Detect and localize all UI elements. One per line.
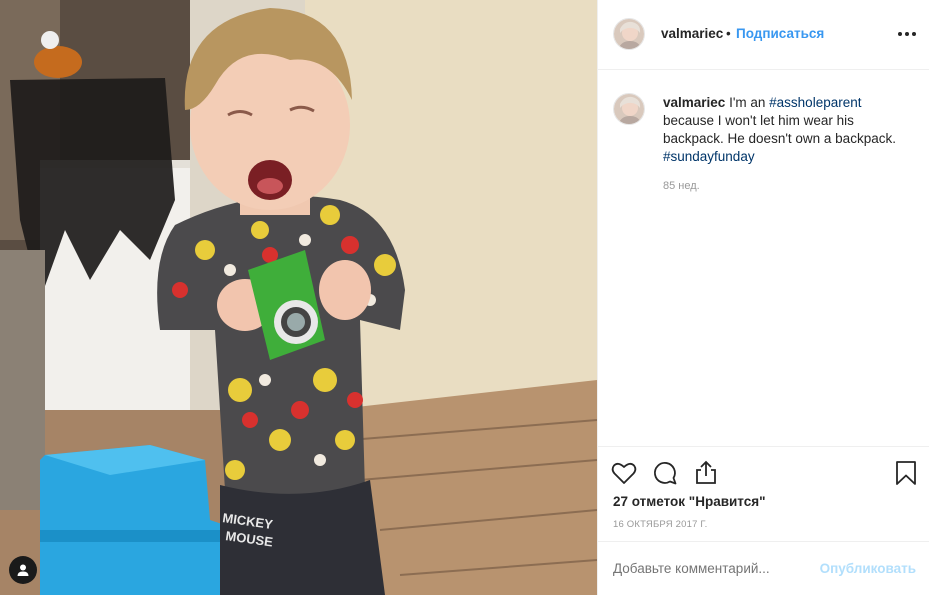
- avatar-image: [614, 94, 644, 124]
- caption-text: valmariec I'm an #assholeparent because …: [663, 94, 913, 166]
- post-header: valmariec • Подписаться: [598, 0, 929, 70]
- header-username[interactable]: valmariec: [661, 26, 723, 41]
- user-tag-icon: [17, 564, 29, 576]
- likes-count[interactable]: 27 отметок "Нравится": [613, 494, 766, 509]
- post-photo[interactable]: MICKEY MOUSE: [0, 0, 597, 595]
- photo-image: MICKEY MOUSE: [0, 0, 597, 595]
- action-bar: 27 отметок "Нравится" 16 ОКТЯБРЯ 2017 Г.: [598, 446, 929, 541]
- comment-bubble-icon[interactable]: [651, 459, 679, 487]
- caption-username[interactable]: valmariec: [663, 95, 725, 110]
- caption-text-before: I'm an: [725, 95, 770, 110]
- hashtag-link[interactable]: #assholeparent: [769, 95, 861, 110]
- post-side-panel: valmariec • Подписаться valmariec I'm an…: [597, 0, 929, 595]
- tag-people-button[interactable]: [9, 556, 37, 584]
- comment-input[interactable]: [613, 561, 803, 576]
- post-date[interactable]: 16 ОКТЯБРЯ 2017 Г.: [613, 519, 707, 530]
- share-icon[interactable]: [692, 459, 720, 487]
- avatar[interactable]: [613, 18, 645, 50]
- header-separator: •: [726, 26, 731, 41]
- more-horizontal-icon[interactable]: [898, 28, 916, 40]
- avatar-image: [614, 19, 644, 49]
- hashtag-link[interactable]: #sundayfunday: [663, 149, 755, 164]
- follow-button[interactable]: Подписаться: [736, 26, 824, 41]
- publish-button[interactable]: Опубликовать: [820, 561, 916, 576]
- comment-composer: Опубликовать: [598, 541, 929, 595]
- caption-text-middle: because I won't let him wear his backpac…: [663, 113, 896, 146]
- heart-icon[interactable]: [610, 459, 638, 487]
- caption-avatar[interactable]: [613, 93, 645, 125]
- caption-timestamp[interactable]: 85 нед.: [663, 180, 700, 192]
- bookmark-icon[interactable]: [892, 459, 920, 487]
